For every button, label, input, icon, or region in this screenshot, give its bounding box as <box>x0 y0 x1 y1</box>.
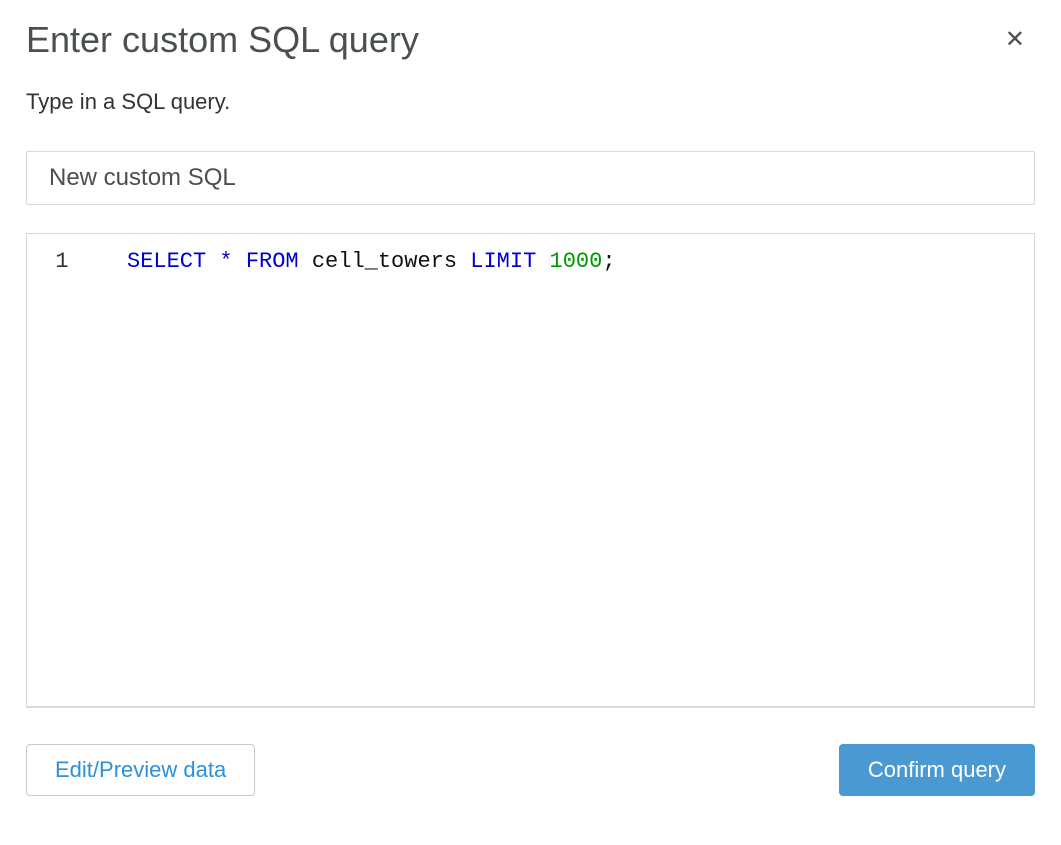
sql-star: * <box>219 249 232 274</box>
confirm-query-button[interactable]: Confirm query <box>839 744 1035 796</box>
close-icon[interactable]: ✕ <box>997 24 1033 56</box>
query-name-input[interactable] <box>26 151 1035 205</box>
editor-code-area[interactable]: SELECT * FROM cell_towers LIMIT 1000; <box>97 234 1034 706</box>
sql-keyword-from: FROM <box>246 249 299 274</box>
editor-gutter: 1 <box>27 234 97 706</box>
edit-preview-button[interactable]: Edit/Preview data <box>26 744 255 796</box>
code-line[interactable]: SELECT * FROM cell_towers LIMIT 1000; <box>127 244 1014 279</box>
dialog-title: Enter custom SQL query <box>26 18 419 61</box>
line-number: 1 <box>27 244 97 279</box>
sql-keyword-limit: LIMIT <box>470 249 536 274</box>
sql-table-name: cell_towers <box>312 249 457 274</box>
sql-editor[interactable]: 1 SELECT * FROM cell_towers LIMIT 1000; <box>26 233 1035 708</box>
sql-limit-value: 1000 <box>550 249 603 274</box>
sql-keyword-select: SELECT <box>127 249 206 274</box>
dialog-subtitle: Type in a SQL query. <box>26 89 1035 115</box>
sql-semicolon: ; <box>602 249 615 274</box>
